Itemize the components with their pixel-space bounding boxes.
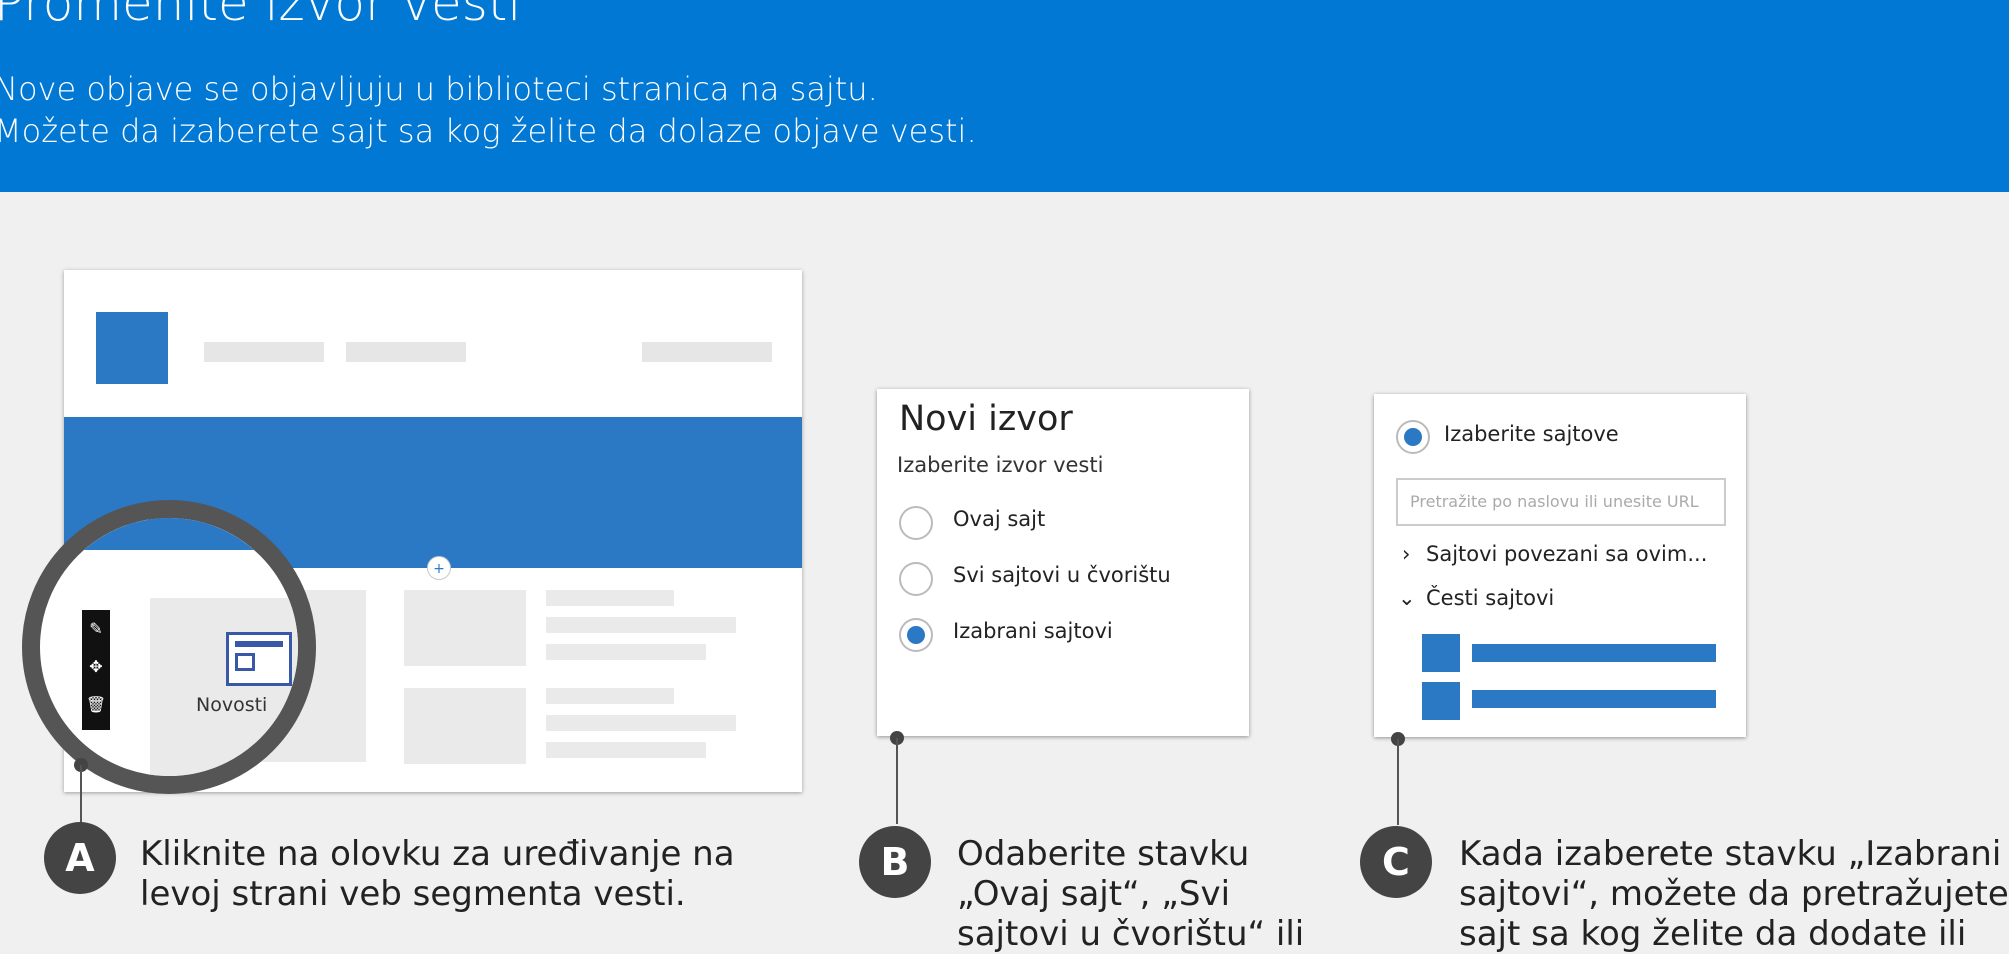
step-b-line: sajtovi u čvorištu“ ili xyxy=(957,914,1305,954)
text-line-placeholder xyxy=(546,617,736,633)
trash-icon[interactable]: 🗑 xyxy=(82,686,110,724)
step-badge-b: B xyxy=(859,826,931,898)
option-label: Izabrani sajtovi xyxy=(953,619,1113,643)
radio-select-sites[interactable] xyxy=(1396,420,1430,454)
text-line-placeholder xyxy=(546,715,736,731)
news-source-panel: Novi izvor Izaberite izvor vesti Ovaj sa… xyxy=(877,389,1249,736)
page-title: Promenite izvor vesti xyxy=(0,0,522,32)
step-badge-a: A xyxy=(44,822,116,894)
add-section-button[interactable]: + xyxy=(427,556,451,580)
callout-line xyxy=(1397,739,1399,825)
news-icon xyxy=(226,632,292,686)
radio-this-site[interactable] xyxy=(899,506,933,540)
pencil-icon[interactable]: ✎ xyxy=(82,610,110,648)
magnifier: ✎ ✥ 🗑 Novosti xyxy=(22,500,316,794)
radio-all-hub-sites[interactable] xyxy=(899,562,933,596)
news-thumb-placeholder xyxy=(404,590,526,666)
site-search-input[interactable]: Pretražite po naslovu ili unesite URL xyxy=(1396,478,1726,526)
select-sites-panel: Izaberite sajtove Pretražite po naslovu … xyxy=(1374,394,1746,737)
site-name-placeholder[interactable] xyxy=(1472,690,1716,708)
step-c-line: sajtovi“, možete da pretražujete xyxy=(1459,874,2009,914)
step-a-line: Kliknite na olovku za uređivanje na xyxy=(140,834,735,874)
step-b-line: Odaberite stavku xyxy=(957,834,1250,874)
group-frequent-sites[interactable]: Česti sajtovi xyxy=(1426,586,1554,610)
site-name-placeholder[interactable] xyxy=(1472,644,1716,662)
header-banner: Promenite izvor vesti Nove objave se obj… xyxy=(0,0,2009,192)
callout-line xyxy=(896,738,898,824)
panel-heading: Novi izvor xyxy=(899,399,1073,439)
step-c-line: sajt sa kog želite da dodate ili xyxy=(1459,914,1967,954)
webpart-label: Novosti xyxy=(196,694,268,716)
text-line-placeholder xyxy=(546,644,706,660)
group-associated-sites[interactable]: Sajtovi povezani sa ovim... xyxy=(1426,542,1707,566)
step-c-line: Kada izaberete stavku „Izabrani xyxy=(1459,834,2002,874)
radio-selected-sites[interactable] xyxy=(899,618,933,652)
text-line-placeholder xyxy=(546,688,674,704)
move-icon[interactable]: ✥ xyxy=(82,648,110,686)
nav-placeholder xyxy=(346,342,466,362)
webpart-toolbar: ✎ ✥ 🗑 xyxy=(82,610,110,730)
nav-placeholder xyxy=(642,342,772,362)
callout-line xyxy=(80,765,82,825)
chevron-down-icon[interactable]: ⌄ xyxy=(1398,586,1416,610)
intro-line-2: Možete da izaberete sajt sa kog želite d… xyxy=(0,112,977,150)
step-a-line: levoj strani veb segmenta vesti. xyxy=(140,874,686,914)
site-tile xyxy=(1422,682,1460,720)
option-label: Ovaj sajt xyxy=(953,507,1046,531)
news-thumb-placeholder xyxy=(404,688,526,764)
text-line-placeholder xyxy=(546,590,674,606)
step-a-description: Kliknite na olovku za uređivanje na levo… xyxy=(140,834,735,914)
magnified-news-card xyxy=(150,598,298,776)
step-badge-c: C xyxy=(1360,826,1432,898)
text-line-placeholder xyxy=(546,742,706,758)
option-label: Svi sajtovi u čvorištu xyxy=(953,563,1171,587)
site-tile xyxy=(1422,634,1460,672)
nav-placeholder xyxy=(204,342,324,362)
intro-line-1: Nove objave se objavljuju u biblioteci s… xyxy=(0,70,878,108)
step-b-description: Odaberite stavku „Ovaj sajt“, „Svi sajto… xyxy=(957,834,1304,954)
panel-subheading: Izaberite izvor vesti xyxy=(897,453,1104,477)
chevron-right-icon[interactable]: › xyxy=(1402,542,1410,566)
site-logo xyxy=(96,312,168,384)
step-b-line: „Ovaj sajt“, „Svi xyxy=(957,874,1231,914)
step-c-description: Kada izaberete stavku „Izabrani sajtovi“… xyxy=(1459,834,2009,954)
radio-label: Izaberite sajtove xyxy=(1444,422,1619,446)
